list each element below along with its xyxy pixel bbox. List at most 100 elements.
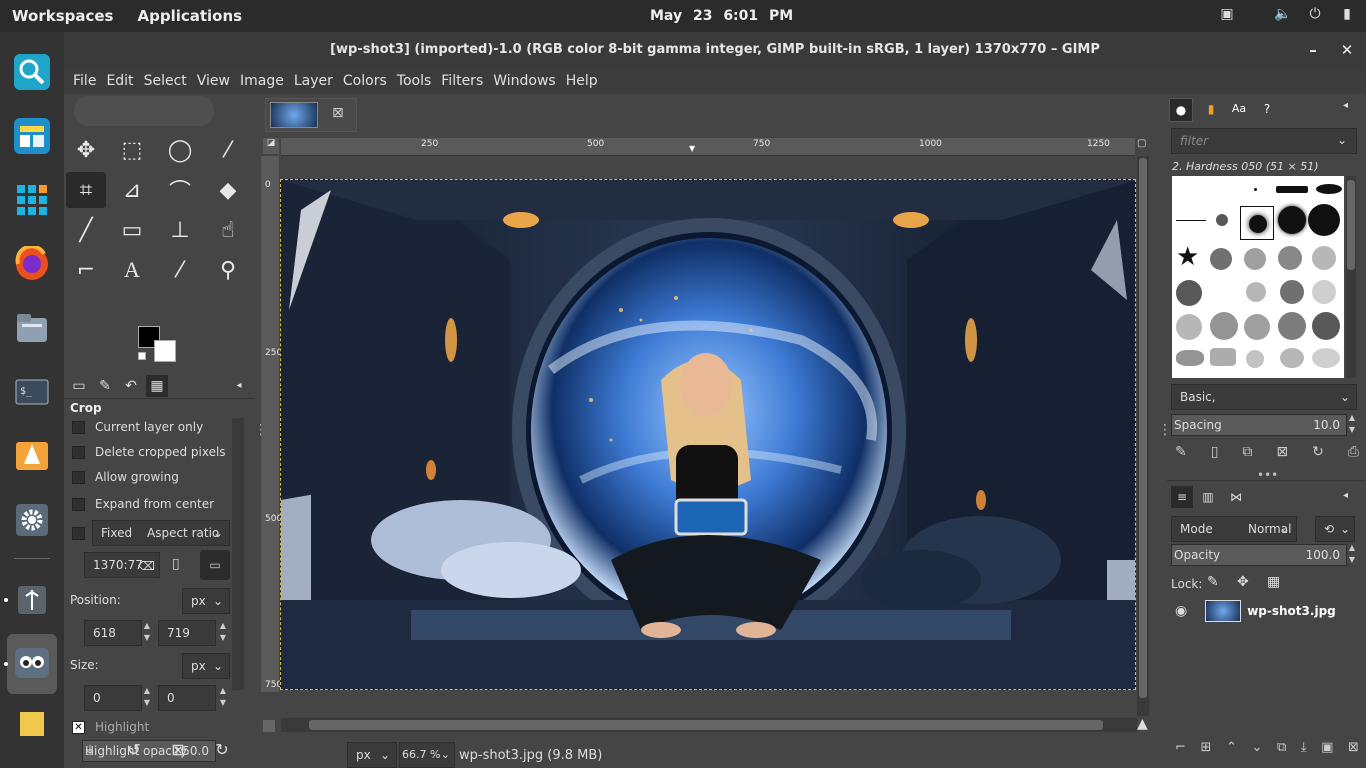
reset-options-icon[interactable]: ↻ [210, 738, 234, 762]
paths-icon[interactable]: ⌐ [66, 252, 106, 288]
minimize-button[interactable]: – [1298, 32, 1328, 68]
clear-icon[interactable]: ⌫ [138, 559, 155, 573]
paintbrush-icon[interactable]: ╱ [66, 212, 106, 248]
lasso-icon[interactable]: ◯ [160, 132, 200, 168]
scroll-thumb[interactable] [1139, 158, 1147, 698]
transform-icon[interactable]: ⊿ [112, 172, 152, 208]
notes-icon[interactable] [14, 710, 50, 746]
dashboard-icon[interactable] [14, 118, 50, 154]
clock[interactable]: May 23 6:01 PM [650, 0, 793, 32]
allow-growing-checkbox[interactable]: Allow growing [72, 466, 179, 488]
color-picker-icon[interactable]: ⁄ [160, 252, 200, 288]
patterns-tab-icon[interactable]: ▮ [1199, 98, 1223, 122]
menu-filters[interactable]: Filters [436, 73, 488, 89]
zoom-dropdown[interactable]: 66.7 % ⌄ [399, 742, 455, 768]
vertical-ruler[interactable]: 0 250 500 750 [261, 156, 282, 692]
options-scrollbar[interactable] [232, 418, 244, 690]
expand-center-checkbox[interactable]: Expand from center [72, 493, 214, 515]
lock-position-icon[interactable]: ✥ [1237, 574, 1249, 590]
lower-layer-icon[interactable]: ⌄ [1251, 740, 1262, 755]
smudge-icon[interactable]: ☝ [208, 212, 248, 248]
spacing-slider[interactable]: Spacing 10.0 [1171, 414, 1347, 436]
navigation-arrow-icon[interactable]: ▲ [1137, 716, 1148, 732]
save-options-icon[interactable]: ⤓ [78, 738, 102, 762]
horizontal-ruler[interactable]: 250 500 750 1000 1250 ▼ [281, 138, 1135, 156]
new-brush-icon[interactable]: ▯ [1211, 444, 1219, 460]
files-icon[interactable] [14, 310, 50, 346]
fonts-tab-icon[interactable]: Aa [1227, 98, 1251, 122]
duplicate-layer-icon[interactable]: ⧉ [1277, 740, 1286, 755]
raise-layer-icon[interactable]: ⌃ [1226, 740, 1237, 755]
channels-tab-icon[interactable]: ▥ [1197, 486, 1219, 508]
display-icon[interactable]: ▣ [1218, 6, 1236, 24]
menu-file[interactable]: File [68, 73, 101, 89]
merge-layer-icon[interactable]: ⤓ [1301, 740, 1307, 755]
image-tab[interactable]: ⊠ [265, 98, 357, 132]
menu-colors[interactable]: Colors [338, 73, 392, 89]
refresh-brushes-icon[interactable]: ↻ [1312, 444, 1324, 460]
lock-alpha-icon[interactable]: ▦ [1267, 574, 1280, 590]
delete-cropped-checkbox[interactable]: Delete cropped pixels [72, 441, 226, 463]
magnifier-icon[interactable] [14, 54, 50, 90]
volume-icon[interactable]: 🔈 [1274, 6, 1292, 24]
close-button[interactable]: ✕ [1332, 32, 1362, 68]
pos-x-spinner[interactable]: ▲ ▼ [140, 620, 154, 646]
delete-brush-icon[interactable]: ⊠ [1276, 444, 1288, 460]
menu-help[interactable]: Help [561, 73, 603, 89]
eraser-icon[interactable]: ▭ [112, 212, 152, 248]
horizontal-scrollbar[interactable] [281, 718, 1137, 732]
bucket-fill-icon[interactable]: ◆ [208, 172, 248, 208]
menu-select[interactable]: Select [139, 73, 192, 89]
applications-menu[interactable]: Applications [125, 7, 254, 25]
new-layer-icon[interactable]: ⊞ [1200, 740, 1211, 755]
new-layer-group-icon[interactable]: ⌐ [1175, 740, 1186, 755]
highlight-checkbox[interactable]: ✕ Highlight [72, 716, 149, 738]
fuzzy-select-icon[interactable]: ⁄ [208, 132, 248, 168]
selected-brush[interactable] [1240, 206, 1274, 240]
brush-filter-input[interactable]: filter [1171, 128, 1357, 154]
pos-y-spinner[interactable]: ▲ ▼ [216, 620, 230, 646]
menu-image[interactable]: Image [235, 73, 289, 89]
lock-pixels-icon[interactable]: ✎ [1207, 574, 1219, 590]
unit-dropdown[interactable]: px ⌄ [347, 742, 397, 768]
clone-stamp-icon[interactable]: ⊥ [160, 212, 200, 248]
default-colors-icon[interactable] [138, 352, 146, 360]
spacing-spinner[interactable]: ▲ ▼ [1345, 412, 1359, 438]
opacity-slider[interactable]: Opacity 100.0 [1171, 544, 1347, 566]
menu-layer[interactable]: Layer [289, 73, 338, 89]
device-status-tab-icon[interactable]: ✎ [94, 375, 116, 397]
usb-icon[interactable] [14, 582, 50, 618]
layer-row[interactable]: ◉ wp-shot3.jpg [1171, 596, 1351, 626]
close-tab-icon[interactable]: ⊠ [332, 105, 344, 121]
workspaces-menu[interactable]: Workspaces [0, 7, 125, 25]
background-color-swatch[interactable] [154, 340, 176, 362]
current-layer-only-checkbox[interactable]: Current layer only [72, 416, 203, 438]
delete-options-icon[interactable]: ⊠ [166, 738, 190, 762]
paths-tab-icon[interactable]: ⋈ [1225, 486, 1247, 508]
move-tool-icon[interactable]: ✥ [66, 132, 106, 168]
quick-mask-icon[interactable]: ◪ [263, 138, 279, 154]
undo-history-tab-icon[interactable]: ↶ [120, 375, 142, 397]
position-x-input[interactable]: 618 [84, 620, 142, 646]
settings-icon[interactable] [14, 502, 50, 538]
power-icon[interactable]: ⏻ [1306, 6, 1324, 24]
fixed-aspect-dropdown[interactable]: Fixed Aspect ratio ⌄ [92, 520, 230, 546]
size-h-input[interactable]: 0 [158, 685, 216, 711]
menu-edit[interactable]: Edit [101, 73, 138, 89]
tool-options-tab-icon[interactable]: ▭ [68, 375, 90, 397]
size-unit-dropdown[interactable]: px ⌄ [182, 653, 230, 679]
brush-tag-dropdown[interactable]: Basic, ⌄ [1171, 384, 1357, 410]
text-tool-icon[interactable]: A [112, 252, 152, 288]
size-h-spinner[interactable]: ▲ ▼ [216, 685, 230, 711]
image-canvas[interactable] [280, 179, 1136, 690]
brush-grid-scrollbar[interactable] [1346, 176, 1356, 378]
brushes-tab-icon[interactable]: ● [1169, 98, 1193, 122]
battery-icon[interactable]: ▮ [1338, 6, 1356, 24]
duplicate-brush-icon[interactable]: ⧉ [1242, 444, 1252, 460]
layers-tab-icon[interactable]: ≡ [1171, 486, 1193, 508]
opacity-spinner[interactable]: ▲ ▼ [1345, 542, 1359, 568]
size-w-input[interactable]: 0 [84, 685, 142, 711]
scroll-thumb[interactable] [309, 720, 1103, 730]
terminal-icon[interactable]: $_ [14, 374, 50, 410]
composite-mode-dropdown[interactable]: ⟲ ⌄ [1315, 516, 1355, 542]
